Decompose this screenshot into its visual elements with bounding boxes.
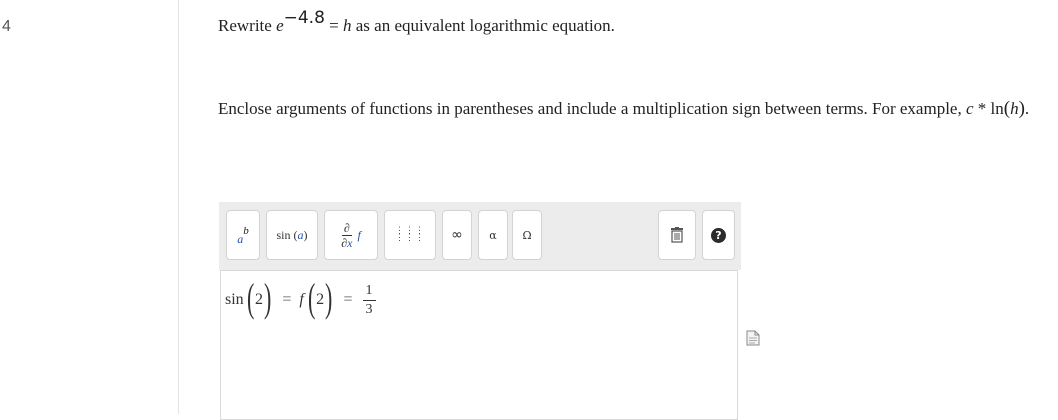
- derivative-f: f: [357, 227, 361, 242]
- clear-button[interactable]: [658, 210, 696, 260]
- instructions-text: Enclose arguments of functions in parent…: [218, 99, 966, 118]
- document-icon[interactable]: [746, 330, 760, 346]
- question-exponent: −4.8: [283, 8, 325, 28]
- help-button[interactable]: ?: [702, 210, 735, 260]
- trash-icon: [671, 227, 683, 243]
- example-c: c: [965, 99, 974, 118]
- question-suffix: as an equivalent logarithmic equation.: [351, 16, 615, 35]
- omega-button[interactable]: Ω: [512, 210, 542, 260]
- question-prefix: Rewrite: [218, 16, 277, 35]
- editor-fn-f: f: [299, 291, 304, 308]
- example-arg: h: [1010, 99, 1019, 118]
- instructions: Enclose arguments of functions in parent…: [218, 95, 1058, 123]
- sin-button[interactable]: sin (a): [266, 210, 318, 260]
- omega-icon: Ω: [522, 228, 532, 242]
- alpha-icon: α: [489, 228, 497, 242]
- matrix-button[interactable]: ⋮⋮⋮ ⋮⋮⋮: [384, 210, 436, 260]
- question-var: h: [343, 16, 352, 35]
- example-period: .: [1024, 99, 1030, 118]
- question-base: e: [276, 16, 284, 35]
- editor-fn-sin: sin: [225, 291, 244, 308]
- editor-equals-2: =: [343, 291, 353, 308]
- editor-arg-1: 2: [255, 291, 263, 308]
- infinity-icon: ∞: [451, 227, 463, 243]
- fraction-numerator: 1: [362, 282, 376, 301]
- example-times: *: [973, 99, 991, 118]
- example-ln: ln: [990, 99, 1004, 118]
- power-button[interactable]: ab: [226, 210, 260, 260]
- matrix-icon: ⋮⋮⋮ ⋮⋮⋮: [395, 226, 425, 243]
- fraction-denominator: 3: [365, 301, 373, 317]
- alpha-button[interactable]: α: [478, 210, 508, 260]
- editor-close-paren: ): [263, 275, 272, 320]
- help-icon: ?: [711, 227, 726, 243]
- math-toolbar: ab sin (a) ∂ ∂x f ⋮⋮⋮ ⋮⋮⋮ ∞ α Ω ?: [219, 202, 741, 270]
- editor-open-paren: (: [246, 275, 255, 320]
- divider-line: [178, 0, 179, 414]
- question-equals: =: [329, 16, 339, 35]
- derivative-icon: ∂ ∂x: [341, 220, 353, 250]
- derivative-button[interactable]: ∂ ∂x f: [324, 210, 378, 260]
- editor-fraction: 1 3: [362, 282, 376, 319]
- infinity-button[interactable]: ∞: [442, 210, 472, 260]
- math-input-editor[interactable]: sin ( 2 ) = f ( 2 ) = 1 3: [220, 270, 738, 420]
- editor-close-paren-2: ): [325, 275, 333, 320]
- editor-equals-1: =: [282, 291, 292, 308]
- editor-expression: sin ( 2 ) = f ( 2 ) = 1 3: [225, 278, 376, 322]
- question-text: Rewrite e−4.8 = h as an equivalent logar…: [218, 8, 615, 36]
- power-icon: ab: [237, 224, 249, 246]
- question-number: 4: [2, 18, 11, 35]
- sin-icon: sin (a): [276, 227, 308, 242]
- editor-open-paren-2: (: [307, 275, 316, 320]
- editor-arg-2: 2: [316, 291, 325, 308]
